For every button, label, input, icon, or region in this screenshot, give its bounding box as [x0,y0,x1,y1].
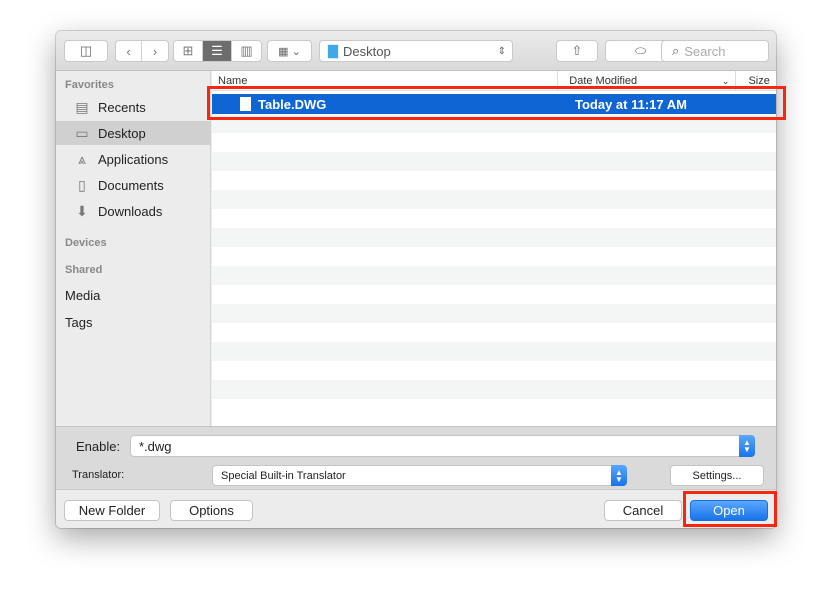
sidebar-item-recents[interactable]: ▤ Recents [56,95,211,119]
group-button[interactable]: ▦ ⌄ [267,40,312,62]
sidebar-item-documents[interactable]: ▯ Documents [56,173,211,197]
chevron-updown-icon: ⇕ [497,45,506,57]
toolbar: ◫ ‹ › ⊞ ☰ ▥ ▦ ⌄ ▇ Desktop ⇕ ⇧ ⬭ ⌕ Search [56,31,776,71]
share-icon: ⇧ [571,43,583,58]
accessory-panel: Enable: *.dwg ▲ ▼ Translator: Special Buil… [56,426,776,489]
column-view-button[interactable]: ▥ [232,41,261,61]
sidebar-icon: ◫ [79,43,93,58]
chevron-updown-icon: ▲ ▼ [611,465,627,486]
empty-row [212,342,776,361]
icon-view-button[interactable]: ⊞ [174,41,203,61]
new-folder-button[interactable]: New Folder [64,500,160,521]
sidebar-item-tags[interactable]: Tags [56,310,211,334]
sidebar-item-downloads[interactable]: ⬇ Downloads [56,199,211,223]
empty-row [212,247,776,266]
empty-row [212,228,776,247]
empty-row [212,399,776,418]
forward-button[interactable]: › [142,41,168,61]
highlight-file-row [207,86,786,120]
translator-value: Special Built-in Translator [221,469,346,482]
enable-label: Enable: [76,439,121,454]
list-view-button[interactable]: ☰ [203,41,232,61]
location-popup[interactable]: ▇ Desktop ⇕ [319,40,513,62]
translator-label: Translator: [72,469,125,481]
documents-icon: ▯ [78,176,86,193]
cancel-button[interactable]: Cancel [604,500,682,521]
empty-row [212,285,776,304]
empty-row [212,133,776,152]
options-button[interactable]: Options [170,500,253,521]
empty-row [212,266,776,285]
search-input[interactable]: ⌕ Search [661,40,769,62]
button-bar: New Folder Options Cancel Open [56,489,776,528]
empty-row [212,171,776,190]
translator-select[interactable]: Special Built-in Translator ▲ ▼ [212,465,627,486]
shared-heading[interactable]: Shared [56,264,102,276]
view-mode-control: ⊞ ☰ ▥ [173,40,262,62]
recents-icon: ▤ [75,98,89,115]
empty-row [212,323,776,342]
devices-heading[interactable]: Devices [56,237,107,249]
sidebar-item-applications[interactable]: ⩓ Applications [56,147,211,171]
sidebar: Favorites ▤ Recents ▭ Desktop ⩓ Application… [56,71,211,426]
enable-select[interactable]: *.dwg ▲ ▼ [130,435,755,457]
desktop-icon: ▭ [75,124,89,141]
search-icon: ⌕ [672,43,680,58]
empty-row [212,304,776,323]
settings-button[interactable]: Settings... [670,465,764,486]
location-label: Desktop [343,43,391,59]
favorites-heading: Favorites [65,79,114,91]
chevron-updown-icon: ▲ ▼ [739,435,755,457]
applications-icon: ⩓ [78,150,86,167]
sidebar-item-label: Documents [98,177,164,193]
empty-row [212,380,776,399]
sidebar-item-label: Downloads [98,203,163,219]
share-button[interactable]: ⇧ [556,40,598,62]
sidebar-item-desktop[interactable]: ▭ Desktop [56,121,211,145]
empty-row [212,361,776,380]
nav-buttons: ‹ › [115,40,169,62]
downloads-icon: ⬇ [76,202,88,219]
search-placeholder: Search [684,43,726,59]
sidebar-item-label: Desktop [98,125,146,141]
sidebar-toggle-button[interactable]: ◫ [64,40,108,62]
group-icon: ▦ ⌄ [278,45,301,58]
enable-value: *.dwg [139,438,172,454]
file-list: Name Date Modified ⌄ Size Table.DWG Today… [212,71,776,426]
empty-row [212,190,776,209]
empty-row [212,209,776,228]
folder-icon: ▇ [328,43,338,58]
sidebar-item-media[interactable]: Media [56,283,211,307]
sidebar-item-label: Recents [98,99,146,115]
tag-icon: ⬭ [634,43,647,58]
empty-row [212,152,776,171]
sidebar-item-label: Applications [98,151,169,167]
highlight-open-button [683,491,777,527]
back-button[interactable]: ‹ [116,41,142,61]
